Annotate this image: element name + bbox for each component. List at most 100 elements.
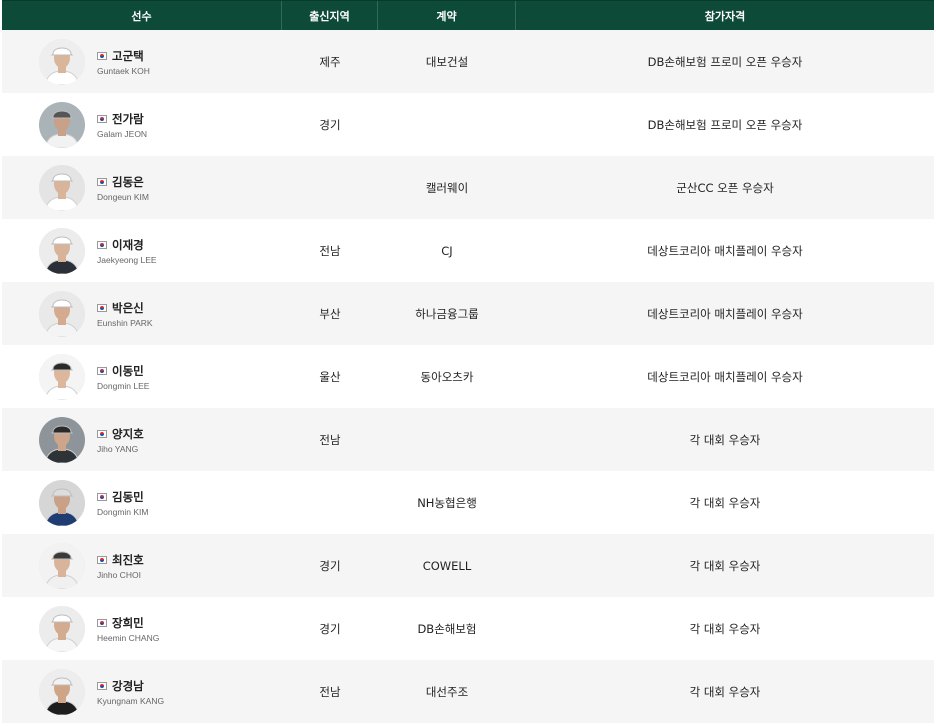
- qualification-cell: 군산CC 오픈 우승자: [676, 180, 774, 195]
- player-english-name: Dongmin LEE: [97, 380, 150, 391]
- player-cell[interactable]: 강경남 Kyungnam KANG: [2, 660, 282, 723]
- player-english-name: Eunshin PARK: [97, 317, 153, 328]
- player-cell[interactable]: 고군택 Guntaek KOH: [2, 30, 282, 93]
- contract-cell: COWELL: [422, 558, 472, 573]
- table-row[interactable]: 양지호 Jiho YANG 전남 각 대회 우승자: [2, 408, 934, 471]
- player-cell[interactable]: 양지호 Jiho YANG: [2, 408, 282, 471]
- player-info: 김동민 Dongmin KIM: [97, 489, 149, 517]
- player-cell[interactable]: 최진호 Jinho CHOI: [2, 534, 282, 597]
- region-cell: 경기: [319, 558, 341, 573]
- qualification-cell: 각 대회 우승자: [689, 684, 761, 699]
- table-row[interactable]: 김동은 Dongeun KIM 캘러웨이 군산CC 오픈 우승자: [2, 156, 934, 219]
- header-qualification: 참가자격: [704, 9, 746, 23]
- player-info: 김동은 Dongeun KIM: [97, 174, 149, 202]
- region-cell: 전남: [319, 684, 341, 699]
- contract-cell: CJ: [441, 243, 453, 258]
- player-english-name: Guntaek KOH: [97, 65, 150, 76]
- player-cell[interactable]: 박은신 Eunshin PARK: [2, 282, 282, 345]
- korea-flag-icon: [97, 429, 107, 438]
- avatar-photo: [39, 668, 85, 715]
- avatar[interactable]: [39, 164, 85, 211]
- table-row[interactable]: 이재경 Jaekyeong LEE 전남 CJ 데상트코리아 매치플레이 우승자: [2, 219, 934, 282]
- header-region: 출신지역: [282, 1, 378, 30]
- player-info: 장희민 Heemin CHANG: [97, 615, 159, 643]
- avatar[interactable]: [39, 605, 85, 652]
- contract-cell: 대보건설: [425, 54, 469, 69]
- contract-cell: NH농협은행: [417, 495, 477, 510]
- qualification-cell: 각 대회 우승자: [689, 495, 761, 510]
- table-row[interactable]: 고군택 Guntaek KOH 제주 대보건설 DB손해보험 프로미 오픈 우승…: [2, 30, 934, 93]
- korea-flag-icon: [97, 555, 107, 564]
- player-info: 최진호 Jinho CHOI: [97, 552, 144, 580]
- avatar[interactable]: [39, 290, 85, 337]
- player-cell[interactable]: 김동민 Dongmin KIM: [2, 471, 282, 534]
- contract-cell: DB손해보험: [417, 621, 477, 636]
- table-row[interactable]: 김동민 Dongmin KIM NH농협은행 각 대회 우승자: [2, 471, 934, 534]
- contract-cell: 하나금융그룹: [415, 306, 479, 321]
- qualification-cell: DB손해보험 프로미 오픈 우승자: [647, 54, 803, 69]
- qualification-cell: DB손해보험 프로미 오픈 우승자: [647, 117, 803, 132]
- avatar[interactable]: [39, 353, 85, 400]
- player-cell[interactable]: 전가람 Galam JEON: [2, 93, 282, 156]
- player-korean-name[interactable]: 최진호: [112, 552, 144, 568]
- player-korean-name[interactable]: 이동민: [112, 363, 144, 379]
- player-korean-name[interactable]: 전가람: [112, 111, 144, 127]
- korea-flag-icon: [97, 177, 107, 186]
- avatar[interactable]: [39, 227, 85, 274]
- player-cell[interactable]: 김동은 Dongeun KIM: [2, 156, 282, 219]
- avatar[interactable]: [39, 542, 85, 589]
- avatar[interactable]: [39, 38, 85, 85]
- player-english-name: Kyungnam KANG: [97, 695, 165, 706]
- table-row[interactable]: 전가람 Galam JEON 경기 DB손해보험 프로미 오픈 우승자: [2, 93, 934, 156]
- region-cell: 전남: [319, 432, 341, 447]
- qualification-cell: 각 대회 우승자: [689, 558, 761, 573]
- avatar-photo: [39, 101, 85, 148]
- avatar-photo: [39, 542, 85, 589]
- table-row[interactable]: 이동민 Dongmin LEE 울산 동아오츠카 데상트코리아 매치플레이 우승…: [2, 345, 934, 408]
- contract-cell: [378, 408, 516, 471]
- player-english-name: Heemin CHANG: [97, 632, 160, 643]
- player-korean-name[interactable]: 장희민: [112, 615, 144, 631]
- table-row[interactable]: 최진호 Jinho CHOI 경기 COWELL 각 대회 우승자: [2, 534, 934, 597]
- qualification-cell: 데상트코리아 매치플레이 우승자: [647, 369, 803, 384]
- qualification-cell: 데상트코리아 매치플레이 우승자: [647, 243, 803, 258]
- avatar[interactable]: [39, 101, 85, 148]
- avatar[interactable]: [39, 416, 85, 463]
- qualification-cell: 각 대회 우승자: [689, 432, 761, 447]
- player-cell[interactable]: 이동민 Dongmin LEE: [2, 345, 282, 408]
- korea-flag-icon: [97, 240, 107, 249]
- player-english-name: Dongmin KIM: [97, 506, 149, 517]
- player-korean-name[interactable]: 박은신: [112, 300, 144, 316]
- contract-cell: 동아오츠카: [420, 369, 474, 384]
- player-cell[interactable]: 장희민 Heemin CHANG: [2, 597, 282, 660]
- avatar[interactable]: [39, 668, 85, 715]
- player-korean-name[interactable]: 강경남: [112, 678, 144, 694]
- contract-cell: 캘러웨이: [425, 180, 469, 195]
- player-info: 이재경 Jaekyeong LEE: [97, 237, 157, 265]
- player-korean-name[interactable]: 양지호: [112, 426, 144, 442]
- table-row[interactable]: 박은신 Eunshin PARK 부산 하나금융그룹 데상트코리아 매치플레이 …: [2, 282, 934, 345]
- player-korean-name[interactable]: 이재경: [112, 237, 144, 253]
- player-info: 고군택 Guntaek KOH: [97, 48, 150, 76]
- table-row[interactable]: 강경남 Kyungnam KANG 전남 대선주조 각 대회 우승자: [2, 660, 934, 723]
- korea-flag-icon: [97, 618, 107, 627]
- contract-cell: 대선주조: [425, 684, 469, 699]
- contract-cell: [378, 93, 516, 156]
- table-header: 선수 출신지역 계약 참가자격: [2, 0, 934, 30]
- player-korean-name[interactable]: 김동민: [112, 489, 144, 505]
- player-english-name: Jaekyeong LEE: [97, 254, 157, 265]
- region-cell: 전남: [319, 243, 341, 258]
- region-cell: [282, 156, 378, 219]
- avatar[interactable]: [39, 479, 85, 526]
- avatar-photo: [39, 290, 85, 337]
- player-korean-name[interactable]: 김동은: [112, 174, 144, 190]
- avatar-photo: [39, 164, 85, 211]
- player-korean-name[interactable]: 고군택: [112, 48, 144, 64]
- table-row[interactable]: 장희민 Heemin CHANG 경기 DB손해보험 각 대회 우승자: [2, 597, 934, 660]
- region-cell: [282, 471, 378, 534]
- avatar-photo: [39, 227, 85, 274]
- korea-flag-icon: [97, 114, 107, 123]
- avatar-photo: [39, 479, 85, 526]
- player-english-name: Galam JEON: [97, 128, 148, 139]
- player-cell[interactable]: 이재경 Jaekyeong LEE: [2, 219, 282, 282]
